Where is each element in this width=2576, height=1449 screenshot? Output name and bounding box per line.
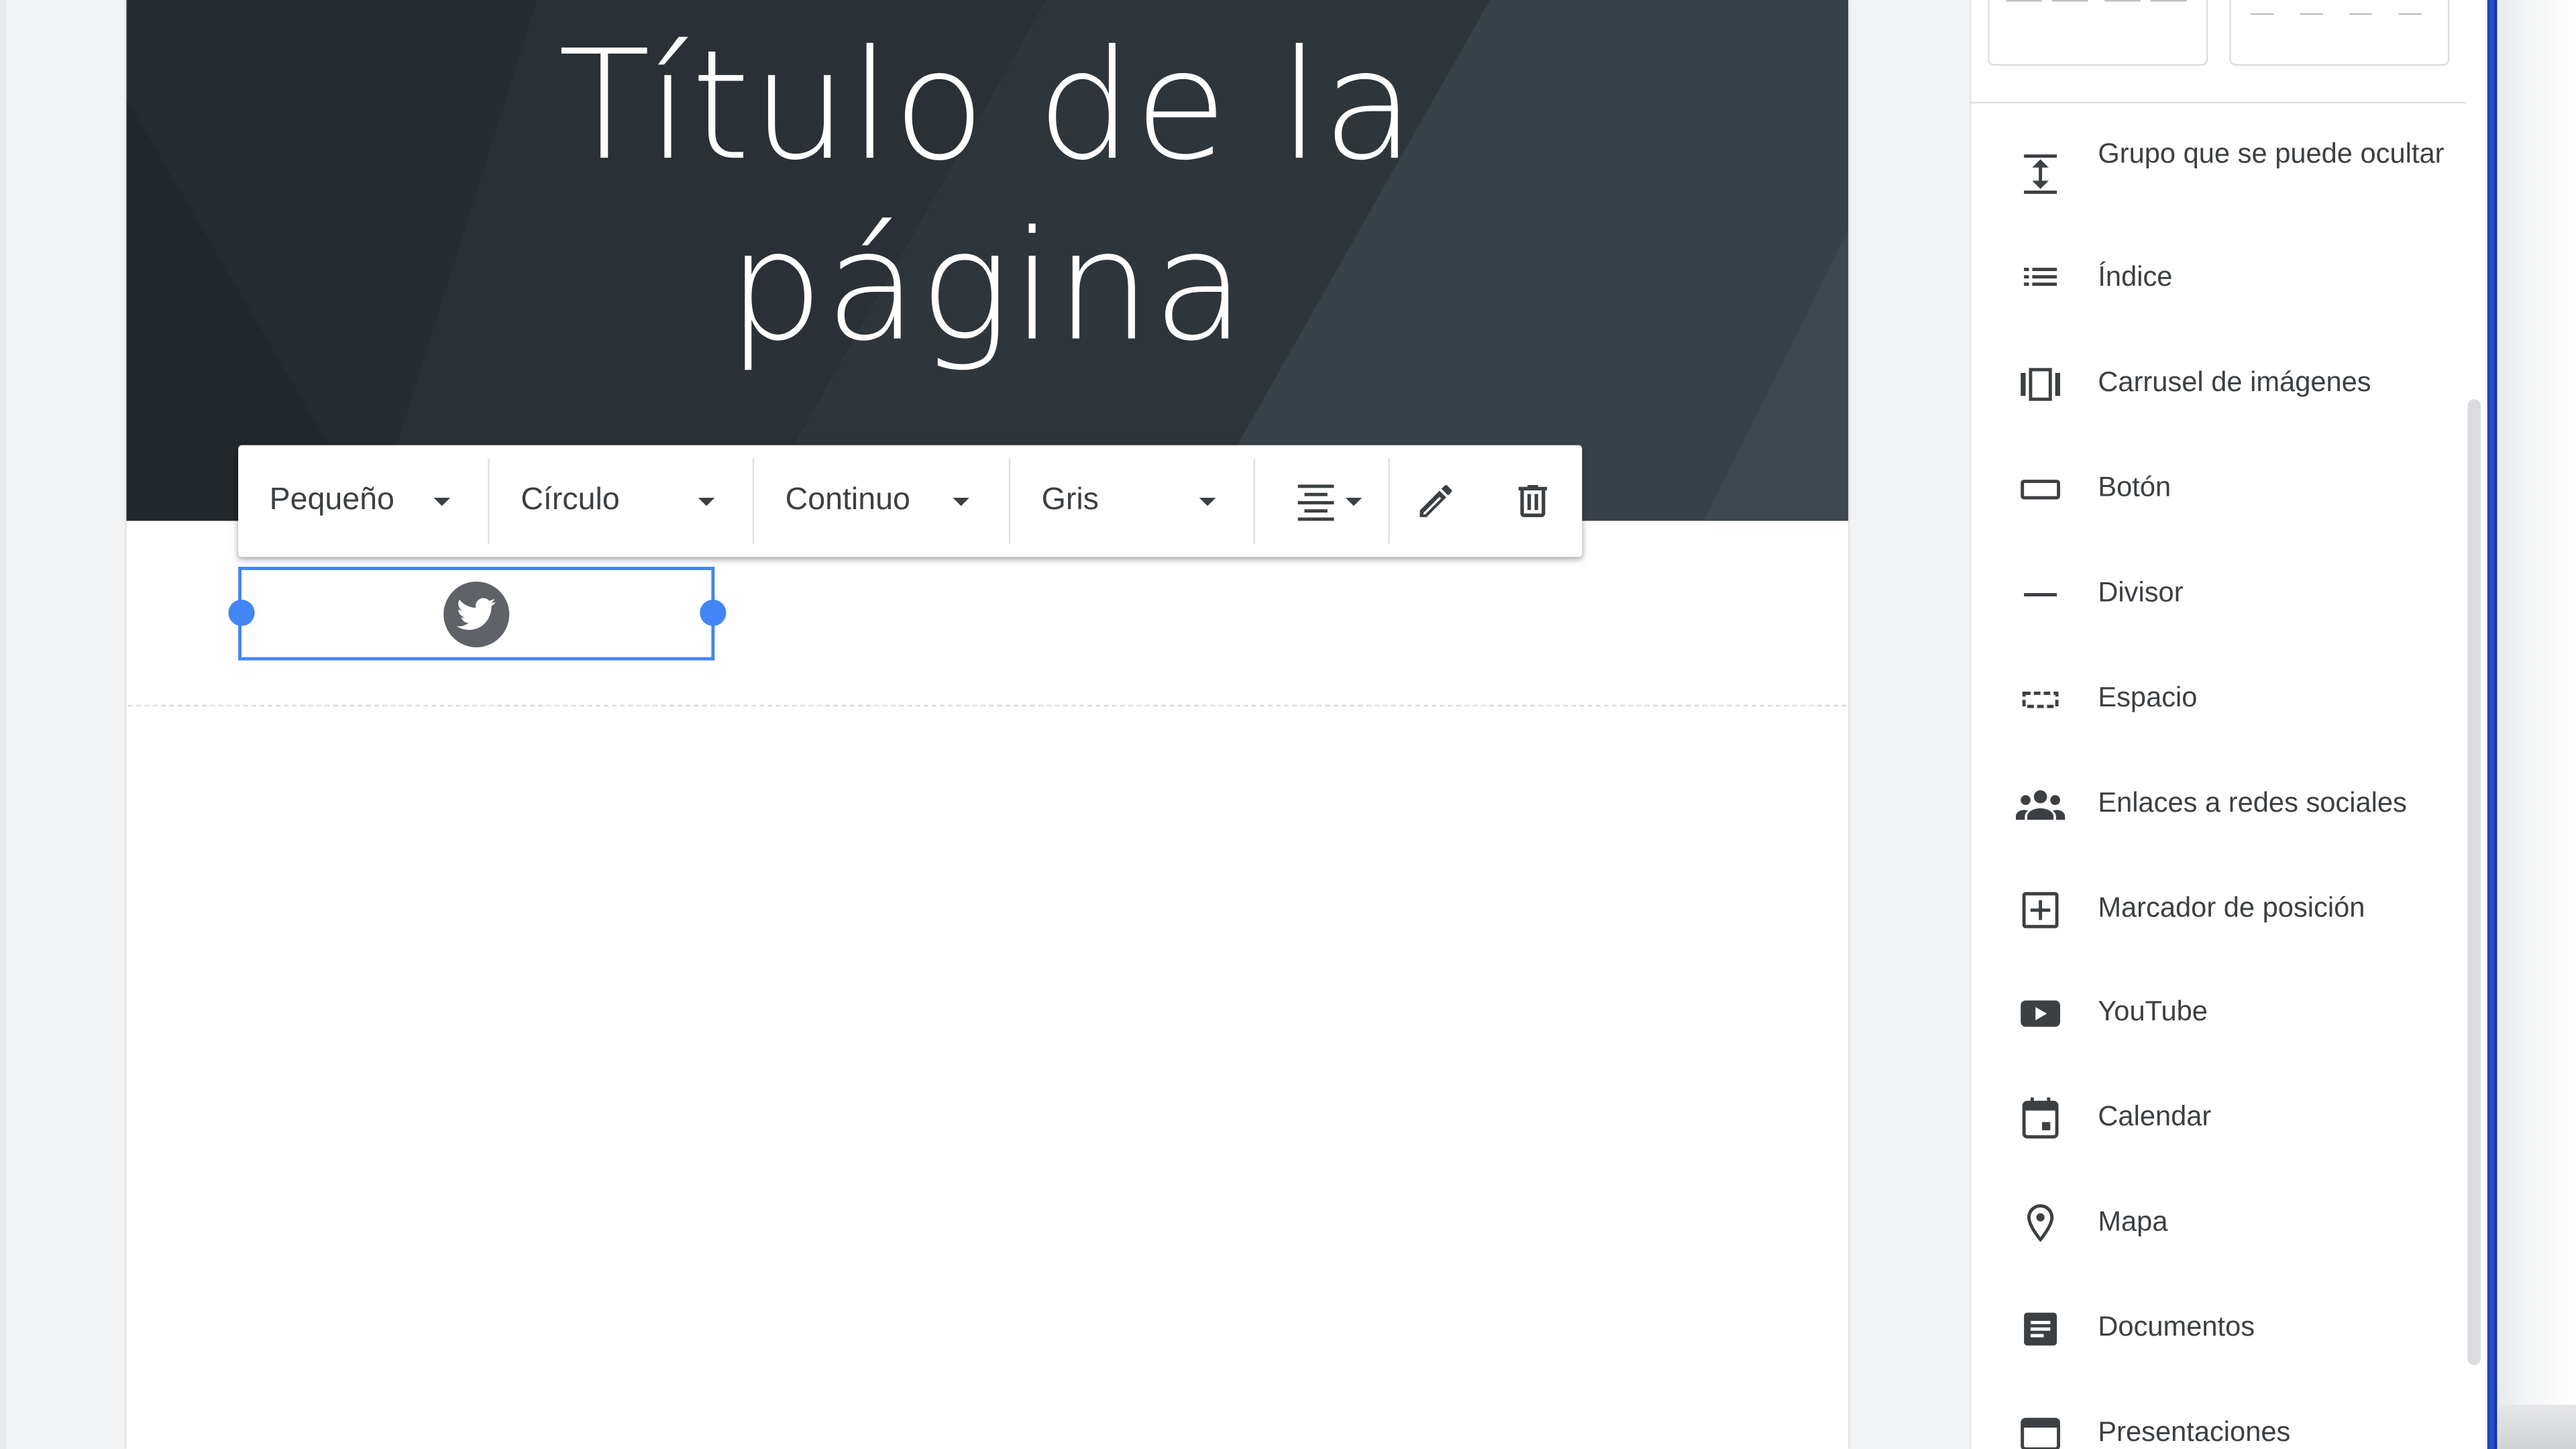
- panel-item-social-links[interactable]: Enlaces a redes sociales: [1970, 757, 2463, 849]
- edit-button[interactable]: [1403, 468, 1468, 534]
- thumbnail-mark: [2251, 13, 2274, 15]
- panel-item-slides[interactable]: Presentaciones: [1970, 1387, 2463, 1449]
- panel-item-divider[interactable]: Divisor: [1970, 547, 2463, 639]
- panel-item-label: YouTube: [2098, 996, 2208, 1027]
- panel-item-label: Botón: [2098, 471, 2171, 503]
- youtube-icon: [2016, 989, 2065, 1038]
- panel-scrollbar[interactable]: [2467, 399, 2481, 1366]
- panel-item-label: Divisor: [2098, 576, 2184, 608]
- twitter-link[interactable]: [443, 581, 510, 647]
- section-divider: [128, 704, 1847, 707]
- align-dropdown[interactable]: [1277, 468, 1372, 534]
- panel-item-table-of-contents[interactable]: Índice: [1970, 231, 2463, 323]
- image-carousel-icon: [2016, 360, 2065, 409]
- panel-item-label: Carrusel de imágenes: [2098, 366, 2371, 398]
- table-of-contents-icon: [2016, 255, 2065, 304]
- shape-dropdown[interactable]: Círculo: [490, 445, 753, 557]
- panel-item-image-carousel[interactable]: Carrusel de imágenes: [1970, 337, 2463, 429]
- page-title[interactable]: Título de la página: [127, 16, 1849, 378]
- color-dropdown-label: Gris: [1041, 483, 1099, 518]
- divider-icon: [2016, 570, 2065, 619]
- people-icon: [2015, 780, 2065, 829]
- spacer-icon: [2016, 676, 2065, 724]
- panel-item-label: Grupo que se puede ocultar: [2098, 138, 2445, 170]
- twitter-icon: [456, 598, 496, 630]
- widget-toolbar: Pequeño Círculo Continuo Gris: [238, 445, 1582, 557]
- panel-divider: [1970, 101, 2466, 104]
- button-icon: [2016, 465, 2065, 514]
- thumbnail-mark: [2006, 0, 2043, 2]
- map-pin-icon: [2016, 1199, 2065, 1248]
- size-dropdown[interactable]: Pequeño: [238, 445, 488, 557]
- style-dropdown-label: Continuo: [785, 483, 910, 518]
- panel-item-label: Marcador de posición: [2098, 892, 2365, 924]
- panel-item-docs[interactable]: Documentos: [1970, 1281, 2463, 1373]
- panel-item-calendar[interactable]: Calendar: [1970, 1071, 2463, 1163]
- resize-handle-right[interactable]: [700, 599, 727, 627]
- thumbnail-mark: [2104, 0, 2141, 2]
- panel-item-map[interactable]: Mapa: [1970, 1176, 2463, 1268]
- add-box-icon: [2016, 885, 2065, 934]
- toolbar-separator: [1388, 458, 1390, 544]
- header-banner[interactable]: Título de la página: [126, 0, 1849, 521]
- panel-item-label: Mapa: [2098, 1205, 2168, 1238]
- thumbnail-mark: [2150, 0, 2187, 2]
- align-center-icon: [1297, 484, 1362, 521]
- color-dropdown[interactable]: Gris: [1010, 445, 1253, 557]
- size-dropdown-label: Pequeño: [269, 483, 394, 518]
- collapsible-group-icon: [2016, 150, 2065, 199]
- thumbnail-mark: [2398, 13, 2422, 15]
- pencil-icon: [1419, 485, 1452, 517]
- chevron-down-icon: [953, 496, 969, 506]
- panel-item-spacer[interactable]: Espacio: [1970, 652, 2463, 744]
- panel-item-youtube[interactable]: YouTube: [1970, 966, 2463, 1058]
- chevron-down-icon: [698, 496, 715, 506]
- window-edge: [2487, 0, 2498, 1449]
- panel-item-label: Enlaces a redes sociales: [2098, 787, 2407, 818]
- thumbnail-mark: [2349, 13, 2373, 15]
- slides-icon: [2016, 1409, 2065, 1449]
- window-edge: [0, 0, 7, 1449]
- chevron-down-icon: [1199, 496, 1216, 506]
- delete-button[interactable]: [1500, 468, 1566, 534]
- panel-item-label: Índice: [2098, 261, 2173, 292]
- panel-item-label: Presentaciones: [2098, 1416, 2291, 1448]
- panel-item-label: Documentos: [2098, 1311, 2255, 1342]
- docs-icon: [2016, 1304, 2065, 1353]
- toolbar-separator: [1253, 458, 1256, 544]
- thumbnail-mark: [2051, 0, 2088, 2]
- calendar-icon: [2016, 1094, 2065, 1143]
- sites-editor: Título de la página Pequeño Círculo Cont…: [0, 0, 2576, 1449]
- resize-handle-left[interactable]: [228, 599, 255, 627]
- desktop-background: [2497, 1404, 2576, 1449]
- layout-thumbnail[interactable]: [2229, 0, 2450, 66]
- panel-item-label: Calendar: [2098, 1100, 2212, 1132]
- chevron-down-icon: [433, 496, 451, 506]
- panel-item-collapsible-group[interactable]: Grupo que se puede ocultar: [1970, 127, 2463, 219]
- panel-item-placeholder[interactable]: Marcador de posición: [1970, 863, 2463, 955]
- trash-icon: [1518, 485, 1548, 517]
- style-dropdown[interactable]: Continuo: [754, 445, 1009, 557]
- thumbnail-mark: [2300, 13, 2323, 15]
- panel-item-button[interactable]: Botón: [1970, 442, 2463, 534]
- layout-thumbnail[interactable]: [1988, 0, 2208, 66]
- shape-dropdown-label: Círculo: [521, 483, 620, 518]
- panel-item-label: Espacio: [2098, 682, 2198, 713]
- desktop-background: [2497, 0, 2576, 1449]
